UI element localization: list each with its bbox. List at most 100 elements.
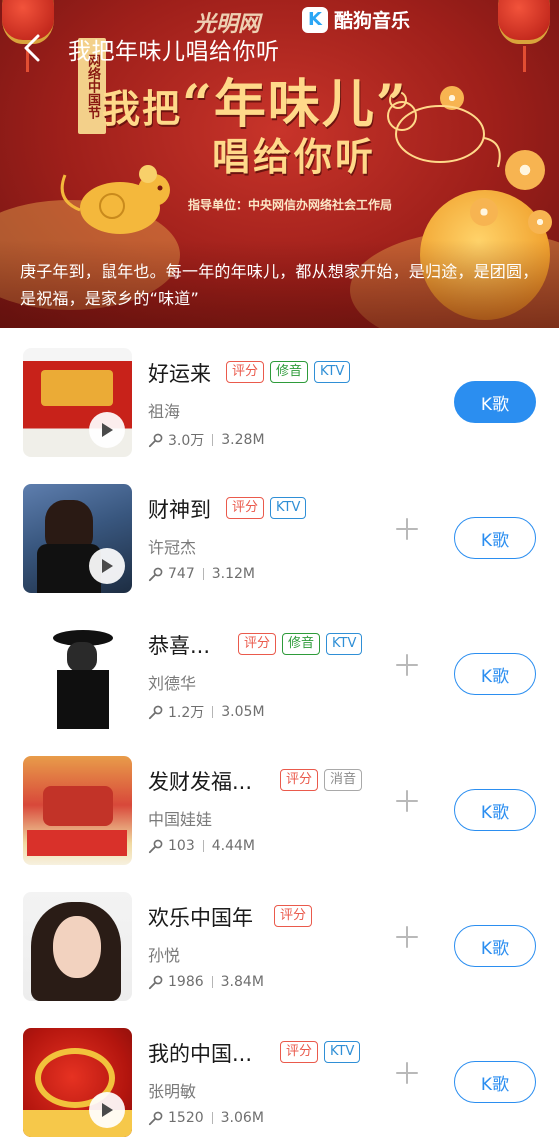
album-cover[interactable]	[23, 892, 132, 1001]
play-icon	[102, 423, 113, 437]
divider	[212, 434, 214, 446]
play-icon	[102, 1103, 113, 1117]
tag-ktv: KTV	[324, 1041, 361, 1063]
lantern-tassel	[523, 46, 526, 72]
play-button[interactable]	[89, 1092, 125, 1128]
banner-headline-line2: 唱给你听	[212, 134, 377, 179]
k-song-button[interactable]: K歌	[454, 517, 536, 559]
album-cover[interactable]	[23, 620, 132, 729]
microphone-icon	[148, 839, 163, 853]
song-tags: 评分 修音 KTV	[238, 633, 363, 655]
song-tags: 评分	[274, 905, 313, 927]
song-stats: 103 4.44M	[148, 838, 255, 854]
tag-ktv: KTV	[314, 361, 351, 383]
k-song-button[interactable]: K歌	[454, 1061, 536, 1103]
kugou-logo-icon: K	[302, 6, 328, 33]
microphone-icon	[148, 433, 163, 447]
add-button[interactable]	[394, 788, 420, 814]
song-stats: 747 3.12M	[148, 566, 255, 582]
song-title: 好运来	[148, 362, 211, 386]
album-cover[interactable]	[23, 484, 132, 593]
divider	[202, 840, 204, 852]
tag-score: 评分	[280, 769, 319, 791]
song-stats: 1986 3.84M	[148, 974, 264, 990]
cover-art-shape	[27, 830, 127, 856]
tag-fix: 修音	[282, 633, 321, 655]
cover-art-shape	[57, 670, 109, 729]
song-row[interactable]: 我的中国... 评分 KTV 张明敏 1520 3.06M K歌	[0, 1008, 559, 1139]
tag-ktv: KTV	[326, 633, 363, 655]
k-song-button[interactable]: K歌	[454, 789, 536, 831]
page-title: 我把年味儿唱给你听	[68, 39, 280, 65]
play-count: 3.0万	[168, 433, 205, 449]
file-size: 3.05M	[221, 704, 265, 720]
play-button[interactable]	[89, 412, 125, 448]
play-count: 103	[168, 838, 195, 854]
song-row[interactable]: 发财发福... 评分 消音中国娃娃 103 4.44M K歌	[0, 736, 559, 872]
album-cover[interactable]	[23, 348, 132, 457]
play-count: 747	[168, 566, 195, 582]
tag-mute: 消音	[324, 769, 363, 791]
tag-score: 评分	[226, 497, 265, 519]
song-artist: 刘德华	[148, 674, 197, 693]
banner: 网络中国节 光明网 K 酷狗音乐 我把“年味儿” 唱给你听 指导单位：中央网信办…	[0, 0, 559, 328]
microphone-icon	[148, 567, 163, 581]
plus-icon	[396, 926, 418, 948]
tag-fix: 修音	[270, 361, 309, 383]
flower-decoration	[505, 150, 545, 190]
headline-part1: 我把	[102, 86, 183, 131]
add-button[interactable]	[394, 924, 420, 950]
add-button[interactable]	[394, 652, 420, 678]
k-song-button[interactable]: K歌	[454, 925, 536, 967]
microphone-icon	[148, 1111, 163, 1125]
divider	[212, 706, 214, 718]
song-row[interactable]: 恭喜... 评分 修音 KTV 刘德华 1.2万 3.05M K歌	[0, 600, 559, 736]
k-song-button[interactable]: K歌	[454, 381, 536, 423]
song-artist: 中国娃娃	[148, 810, 213, 829]
album-cover[interactable]	[23, 756, 132, 865]
song-row[interactable]: 欢乐中国年 评分 孙悦 1986 3.84M K歌	[0, 872, 559, 1008]
play-button[interactable]	[89, 548, 125, 584]
divider	[211, 976, 213, 988]
kugou-logo-text: 酷狗音乐	[334, 10, 411, 32]
plus-icon	[396, 790, 418, 812]
k-song-button[interactable]: K歌	[454, 653, 536, 695]
album-cover[interactable]	[23, 1028, 132, 1137]
song-tags: 评分 KTV	[280, 1041, 361, 1063]
tag-score: 评分	[226, 361, 265, 383]
plus-icon	[396, 654, 418, 676]
song-row[interactable]: 好运来 评分 修音 KTV 祖海 3.0万 3.28M K歌	[0, 328, 559, 464]
song-row[interactable]: 财神到 评分 KTV 许冠杰 747 3.12M K歌	[0, 464, 559, 600]
song-title: 恭喜...	[148, 634, 211, 658]
play-icon	[102, 559, 113, 573]
divider	[202, 568, 204, 580]
lantern-decoration	[498, 0, 550, 44]
banner-description: 庚子年到，鼠年也。每一年的年味儿，都从想家开始，是归途，是团圆，是祝福，是家乡的…	[20, 262, 539, 308]
song-stats: 1520 3.06M	[148, 1110, 264, 1126]
cover-art-shape	[41, 370, 113, 406]
tag-score: 评分	[274, 905, 313, 927]
chevron-left-icon	[24, 34, 40, 62]
microphone-icon	[148, 705, 163, 719]
song-artist: 祖海	[148, 402, 181, 421]
play-count: 1.2万	[168, 705, 205, 721]
song-artist: 张明敏	[148, 1082, 197, 1101]
song-tags: 评分 消音	[280, 769, 363, 791]
add-button[interactable]	[394, 516, 420, 542]
file-size: 3.84M	[220, 974, 264, 990]
song-artist: 许冠杰	[148, 538, 197, 557]
flower-decoration	[470, 198, 498, 226]
microphone-icon	[148, 975, 163, 989]
play-count: 1986	[168, 974, 204, 990]
song-title: 发财发福...	[148, 770, 253, 794]
song-title: 欢乐中国年	[148, 906, 253, 930]
add-button[interactable]	[394, 1060, 420, 1086]
song-tags: 评分 KTV	[226, 497, 307, 519]
back-button[interactable]	[14, 28, 54, 68]
plus-icon	[396, 1062, 418, 1084]
tag-ktv: KTV	[270, 497, 307, 519]
tag-score: 评分	[280, 1041, 319, 1063]
play-count: 1520	[168, 1110, 204, 1126]
kugou-logo: K 酷狗音乐	[302, 6, 410, 33]
plus-icon	[396, 518, 418, 540]
